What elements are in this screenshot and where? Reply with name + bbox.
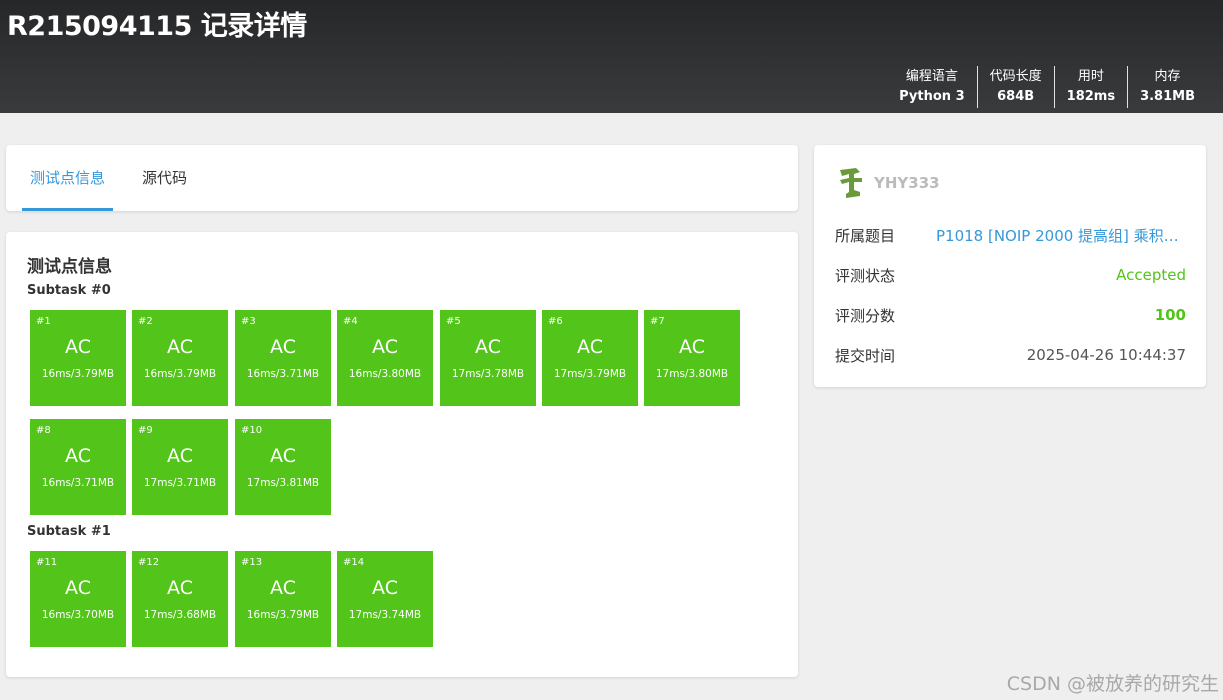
info-row-submit-time: 提交时间 2025-04-26 10:44:37 xyxy=(835,343,1186,367)
test-case[interactable]: #1 AC 16ms/3.79MB xyxy=(30,310,126,406)
case-info: 17ms/3.74MB xyxy=(348,609,422,621)
case-info: 17ms/3.80MB xyxy=(655,368,729,380)
tabs-card: 测试点信息 源代码 xyxy=(6,145,798,211)
case-status: AC xyxy=(65,336,91,358)
test-case[interactable]: #3 AC 16ms/3.71MB xyxy=(235,310,331,406)
case-number: #11 xyxy=(36,557,58,568)
case-info: 16ms/3.70MB xyxy=(41,609,115,621)
stat-memory: 内存 3.81MB xyxy=(1127,66,1207,108)
case-info: 17ms/3.79MB xyxy=(553,368,627,380)
test-case[interactable]: #5 AC 17ms/3.78MB xyxy=(440,310,536,406)
case-info: 16ms/3.71MB xyxy=(246,368,320,380)
case-number: #7 xyxy=(650,316,665,327)
case-status: AC xyxy=(270,577,296,599)
test-points-title: 测试点信息 xyxy=(27,257,112,277)
stat-language: 编程语言 Python 3 xyxy=(887,66,976,108)
case-number: #6 xyxy=(548,316,563,327)
case-info: 16ms/3.79MB xyxy=(143,368,217,380)
record-info-card: YHY333 所属题目 P1018 [NOIP 2000 提高组] 乘积最大 评… xyxy=(814,145,1206,387)
info-label: 提交时间 xyxy=(835,346,896,365)
stat-value: 684B xyxy=(997,89,1035,104)
case-status: AC xyxy=(372,336,398,358)
subtask-label: Subtask #1 xyxy=(27,524,111,539)
user-avatar-icon[interactable] xyxy=(836,166,866,200)
case-number: #13 xyxy=(241,557,263,568)
case-number: #5 xyxy=(446,316,461,327)
case-status: AC xyxy=(577,336,603,358)
submit-time-value: 2025-04-26 10:44:37 xyxy=(1026,346,1186,364)
case-status: AC xyxy=(65,445,91,467)
user-name[interactable]: YHY333 xyxy=(874,174,940,192)
case-status: AC xyxy=(475,336,501,358)
stat-label: 代码长度 xyxy=(989,69,1042,84)
test-case[interactable]: #9 AC 17ms/3.71MB xyxy=(132,419,228,515)
score-value: 100 xyxy=(1154,306,1186,324)
case-status: AC xyxy=(270,336,296,358)
stat-code-length: 代码长度 684B xyxy=(976,66,1054,108)
stat-value: 3.81MB xyxy=(1140,89,1195,104)
case-status: AC xyxy=(372,577,398,599)
stat-time: 用时 182ms xyxy=(1053,66,1127,108)
test-case[interactable]: #14 AC 17ms/3.74MB xyxy=(337,551,433,647)
test-case[interactable]: #2 AC 16ms/3.79MB xyxy=(132,310,228,406)
case-info: 17ms/3.81MB xyxy=(246,477,320,489)
info-label: 评测状态 xyxy=(835,266,896,285)
info-row-status: 评测状态 Accepted xyxy=(835,263,1186,287)
watermark: CSDN @被放养的研究生 xyxy=(1006,673,1219,695)
subtask-0-cases: #1 AC 16ms/3.79MB #2 AC 16ms/3.79MB #3 A… xyxy=(30,310,790,518)
case-number: #10 xyxy=(241,425,263,436)
case-status: AC xyxy=(167,577,193,599)
test-case[interactable]: #8 AC 16ms/3.71MB xyxy=(30,419,126,515)
info-label: 所属题目 xyxy=(835,226,896,245)
case-info: 16ms/3.79MB xyxy=(246,609,320,621)
case-info: 17ms/3.68MB xyxy=(143,609,217,621)
test-case[interactable]: #7 AC 17ms/3.80MB xyxy=(644,310,740,406)
case-number: #9 xyxy=(138,425,153,436)
case-status: AC xyxy=(167,445,193,467)
stat-value: 182ms xyxy=(1066,89,1116,104)
info-row-problem: 所属题目 P1018 [NOIP 2000 提高组] 乘积最大 xyxy=(835,223,1186,247)
status-value: Accepted xyxy=(1116,266,1186,284)
case-number: #8 xyxy=(36,425,51,436)
stat-label: 用时 xyxy=(1077,69,1104,84)
page-title: R215094115 记录详情 xyxy=(7,11,307,42)
case-info: 16ms/3.80MB xyxy=(348,368,422,380)
tab-test-points[interactable]: 测试点信息 xyxy=(21,145,114,211)
problem-link[interactable]: P1018 [NOIP 2000 提高组] 乘积最大 xyxy=(936,225,1186,246)
case-status: AC xyxy=(167,336,193,358)
subtask-1-cases: #11 AC 16ms/3.70MB #12 AC 17ms/3.68MB #1… xyxy=(30,551,790,647)
case-info: 17ms/3.78MB xyxy=(451,368,525,380)
info-row-score: 评测分数 100 xyxy=(835,303,1186,327)
record-header: R215094115 记录详情 编程语言 Python 3 代码长度 684B … xyxy=(0,0,1223,113)
case-status: AC xyxy=(270,445,296,467)
case-number: #1 xyxy=(36,316,51,327)
case-number: #3 xyxy=(241,316,256,327)
user-row[interactable]: YHY333 xyxy=(836,165,940,201)
test-case[interactable]: #6 AC 17ms/3.79MB xyxy=(542,310,638,406)
case-number: #2 xyxy=(138,316,153,327)
stat-label: 内存 xyxy=(1154,69,1181,84)
test-case[interactable]: #10 AC 17ms/3.81MB xyxy=(235,419,331,515)
tab-source-code[interactable]: 源代码 xyxy=(142,145,187,211)
case-info: 16ms/3.79MB xyxy=(41,368,115,380)
case-number: #4 xyxy=(343,316,358,327)
stat-label: 编程语言 xyxy=(905,69,958,84)
info-label: 评测分数 xyxy=(835,306,896,325)
test-case[interactable]: #12 AC 17ms/3.68MB xyxy=(132,551,228,647)
subtask-label: Subtask #0 xyxy=(27,283,111,298)
case-number: #12 xyxy=(138,557,160,568)
case-info: 16ms/3.71MB xyxy=(41,477,115,489)
test-case[interactable]: #4 AC 16ms/3.80MB xyxy=(337,310,433,406)
case-number: #14 xyxy=(343,557,365,568)
record-stats: 编程语言 Python 3 代码长度 684B 用时 182ms 内存 3.81… xyxy=(887,66,1207,108)
case-status: AC xyxy=(679,336,705,358)
test-case[interactable]: #11 AC 16ms/3.70MB xyxy=(30,551,126,647)
case-info: 17ms/3.71MB xyxy=(143,477,217,489)
stat-value: Python 3 xyxy=(899,89,965,104)
case-status: AC xyxy=(65,577,91,599)
test-case[interactable]: #13 AC 16ms/3.79MB xyxy=(235,551,331,647)
test-points-card: 测试点信息 Subtask #0 #1 AC 16ms/3.79MB #2 AC… xyxy=(6,232,798,677)
